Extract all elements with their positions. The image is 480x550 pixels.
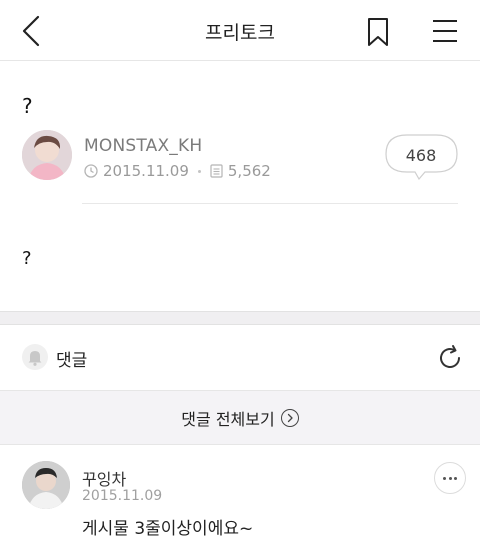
post-body: ? xyxy=(22,248,32,269)
top-bar: 프리토크 xyxy=(0,0,480,61)
chevron-right-circle-icon xyxy=(280,409,299,427)
post-title: ? xyxy=(22,94,33,118)
bookmark-icon[interactable] xyxy=(366,17,390,47)
view-all-comments-button[interactable]: 댓글 전체보기 xyxy=(0,390,480,445)
post-views: 5,562 xyxy=(227,162,271,180)
commenter-avatar[interactable] xyxy=(22,461,70,509)
comment-count: 468 xyxy=(405,146,437,165)
more-options-icon[interactable] xyxy=(434,462,466,494)
refresh-icon[interactable] xyxy=(436,344,464,372)
section-separator xyxy=(0,311,480,325)
page-title: 프리토크 xyxy=(205,22,275,44)
meta-separator xyxy=(197,169,201,173)
post-date: 2015.11.09 xyxy=(103,162,189,180)
comment-author[interactable]: 꾸잉차 xyxy=(82,466,126,490)
author-avatar[interactable] xyxy=(22,130,72,180)
comment-date: 2015.11.09 xyxy=(82,488,163,504)
document-icon xyxy=(210,164,223,178)
view-all-label: 댓글 전체보기 xyxy=(181,410,275,429)
comment-text: 게시물 3줄이상이에요~ xyxy=(82,519,254,539)
avatar-photo xyxy=(22,461,70,509)
post-author[interactable]: MONSTAX_KH xyxy=(84,136,202,156)
clock-icon xyxy=(84,164,98,178)
view-all-row: 댓글 전체보기 xyxy=(0,406,480,430)
comments-label: 댓글 xyxy=(56,351,88,371)
avatar-photo xyxy=(22,130,72,180)
comment-count-button[interactable]: 468 xyxy=(385,134,459,180)
bell-icon xyxy=(22,344,48,370)
post-meta: 2015.11.09 5,562 xyxy=(84,162,271,180)
hamburger-menu-icon[interactable] xyxy=(432,19,458,43)
divider xyxy=(82,203,458,204)
